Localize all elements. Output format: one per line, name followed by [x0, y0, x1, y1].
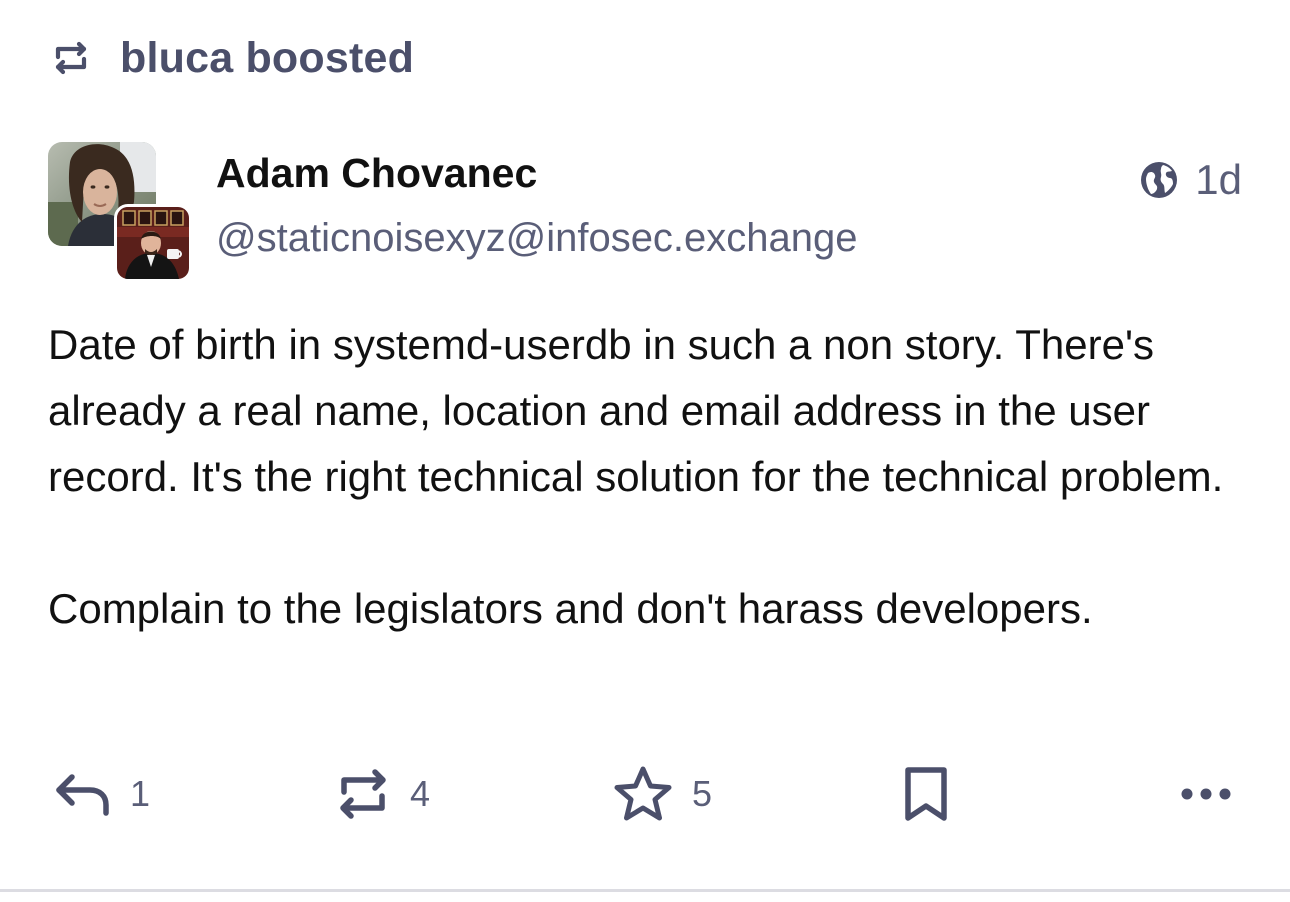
boost-button[interactable]: 4: [334, 762, 430, 826]
boost-indicator[interactable]: bluca boosted: [50, 30, 414, 86]
post-divider: [0, 889, 1290, 892]
status-post[interactable]: bluca boosted Adam Chovanec @staticnoise…: [0, 0, 1290, 902]
boosted-by-label[interactable]: bluca boosted: [120, 34, 414, 83]
globe-icon: [1139, 160, 1179, 200]
star-icon: [614, 766, 672, 821]
boost-count: 4: [410, 773, 431, 814]
post-meta: 1d: [1139, 156, 1242, 204]
boost-icon: [50, 37, 92, 79]
author-handle[interactable]: @staticnoisexyz@infosec.exchange: [216, 216, 858, 261]
booster-avatar[interactable]: [114, 204, 192, 282]
bookmark-button[interactable]: [900, 762, 952, 826]
content-paragraph: Complain to the legislators and don't ha…: [48, 585, 1093, 632]
more-icon: [1181, 788, 1231, 800]
author-display-name[interactable]: Adam Chovanec: [216, 150, 537, 197]
reply-button[interactable]: 1: [54, 762, 150, 826]
reply-count: 1: [130, 773, 151, 814]
favourite-button[interactable]: 5: [612, 762, 712, 826]
favourite-count: 5: [692, 773, 713, 814]
more-button[interactable]: [1180, 762, 1232, 826]
boost-icon: [340, 769, 386, 819]
content-paragraph: Date of birth in systemd-userdb in such …: [48, 321, 1224, 500]
reply-icon: [56, 774, 109, 816]
post-timestamp[interactable]: 1d: [1195, 156, 1242, 204]
avatar[interactable]: [48, 142, 192, 282]
bookmark-icon: [905, 767, 947, 821]
action-bar: 1 4 5: [0, 762, 1290, 826]
post-content: Date of birth in systemd-userdb in such …: [48, 312, 1248, 642]
